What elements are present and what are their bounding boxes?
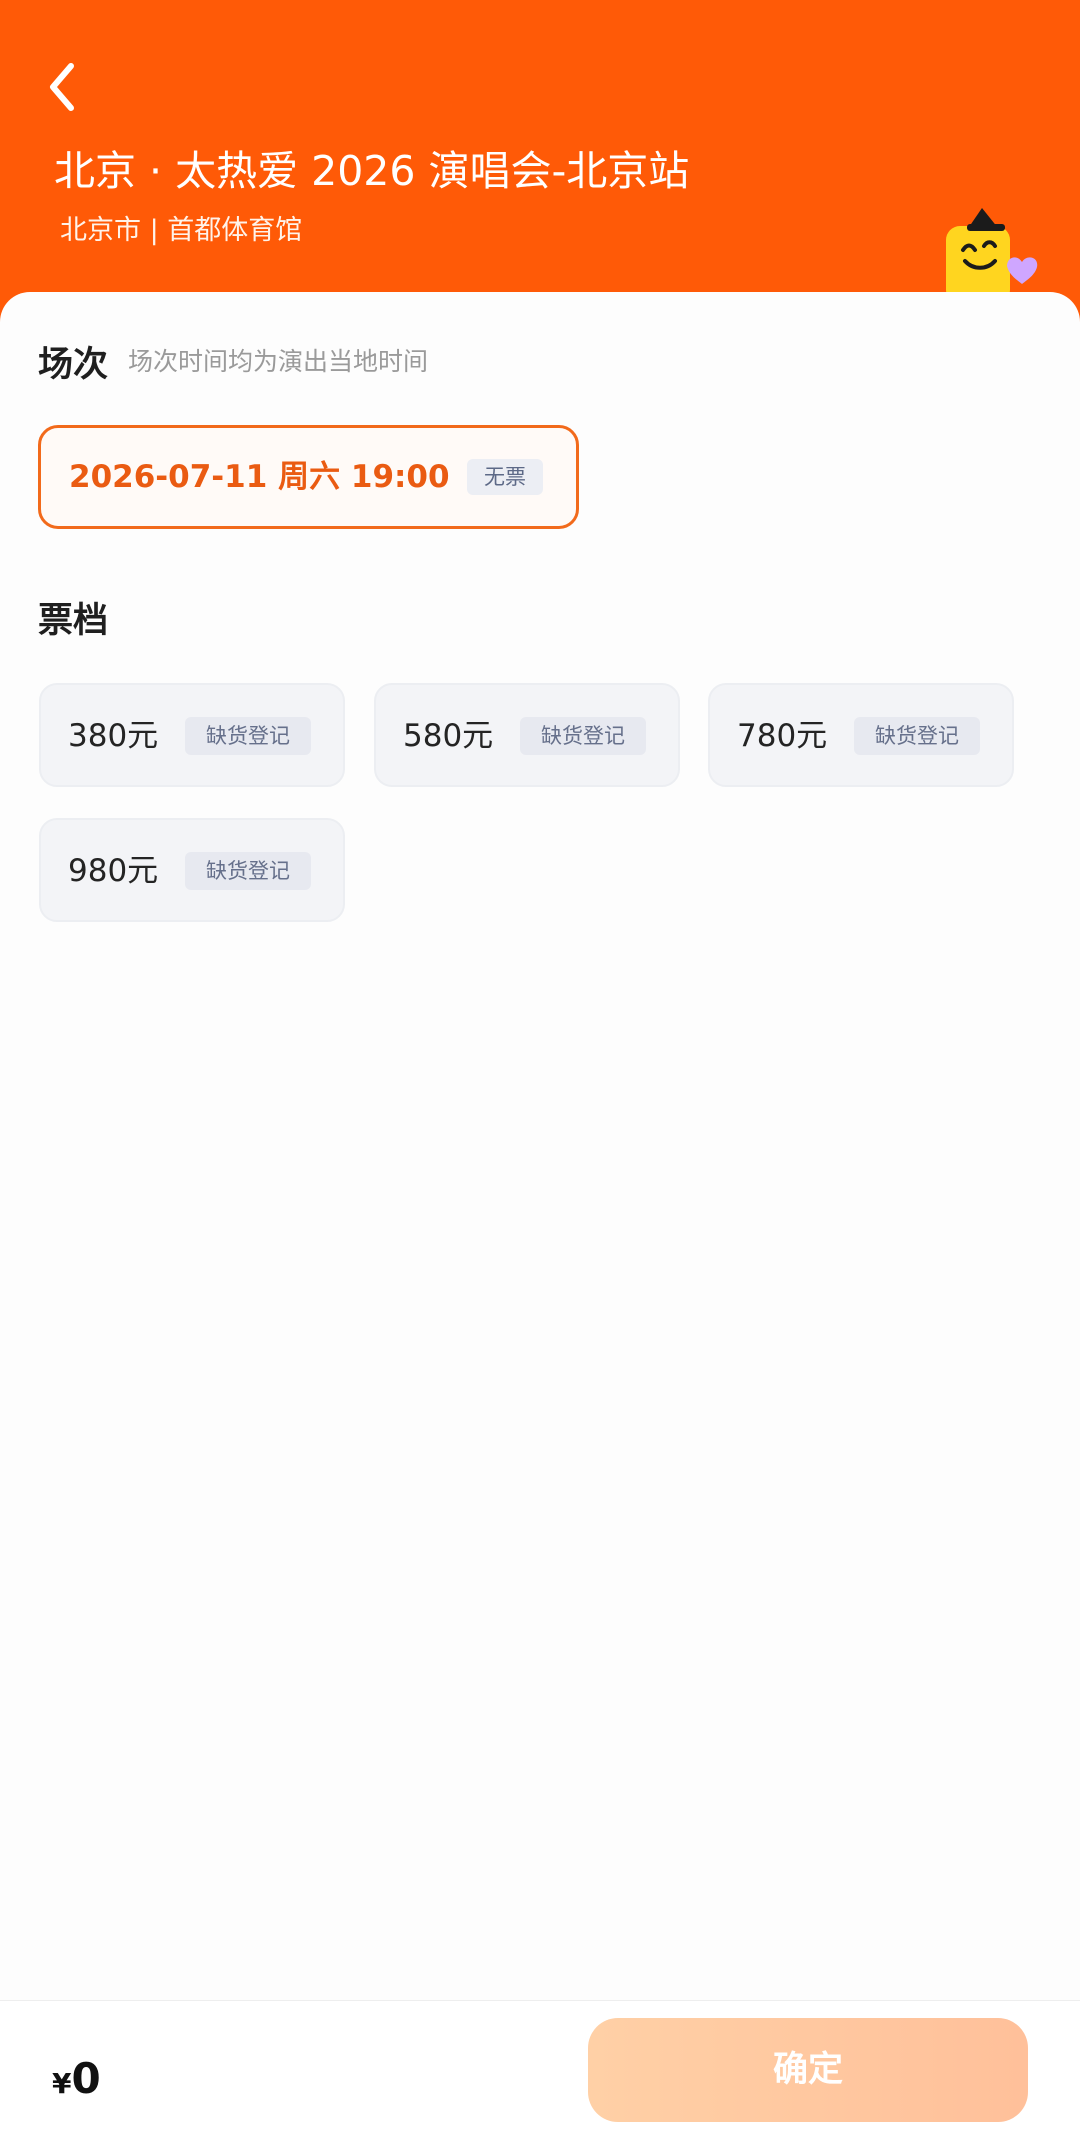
stock-register-badge: 缺货登记 bbox=[520, 717, 646, 755]
content-sheet bbox=[0, 292, 1080, 2139]
bottom-action-bar: ¥0 确定 bbox=[0, 2000, 1080, 2140]
session-status-badge: 无票 bbox=[467, 459, 543, 495]
stock-register-badge: 缺货登记 bbox=[854, 717, 980, 755]
event-venue: 北京市 | 首都体育馆 bbox=[60, 215, 303, 246]
total-price: ¥0 bbox=[52, 2053, 101, 2114]
confirm-button[interactable]: 确定 bbox=[588, 2018, 1028, 2122]
ticket-price: 780元 bbox=[737, 718, 828, 754]
chevron-left-icon bbox=[50, 63, 74, 111]
stock-register-badge: 缺货登记 bbox=[185, 852, 311, 890]
session-section-hint: 场次时间均为演出当地时间 bbox=[128, 347, 429, 376]
session-section-title: 场次 bbox=[38, 345, 109, 385]
ticket-tier-card[interactable]: 580元 缺货登记 bbox=[374, 683, 680, 787]
event-title: 北京 · 太热爱 2026 演唱会-北京站 bbox=[54, 147, 690, 195]
smiley-mascot-icon bbox=[946, 208, 1038, 302]
header: 北京 · 太热爱 2026 演唱会-北京站 北京市 | 首都体育馆 bbox=[0, 0, 1080, 330]
session-time: 2026-07-11 周六 19:00 bbox=[69, 459, 450, 495]
ticket-tier-card[interactable]: 980元 缺货登记 bbox=[39, 818, 345, 922]
ticket-tier-card[interactable]: 380元 缺货登记 bbox=[39, 683, 345, 787]
ticket-tier-card[interactable]: 780元 缺货登记 bbox=[708, 683, 1014, 787]
ticket-price: 580元 bbox=[403, 718, 494, 754]
ticket-price: 380元 bbox=[68, 718, 159, 754]
ticket-section-title: 票档 bbox=[38, 601, 109, 641]
back-button[interactable] bbox=[40, 58, 90, 118]
session-option[interactable]: 2026-07-11 周六 19:00 无票 bbox=[38, 425, 579, 529]
stock-register-badge: 缺货登记 bbox=[185, 717, 311, 755]
ticket-price: 980元 bbox=[68, 853, 159, 889]
currency-symbol: ¥ bbox=[52, 2067, 72, 2100]
total-amount: 0 bbox=[71, 2054, 101, 2103]
